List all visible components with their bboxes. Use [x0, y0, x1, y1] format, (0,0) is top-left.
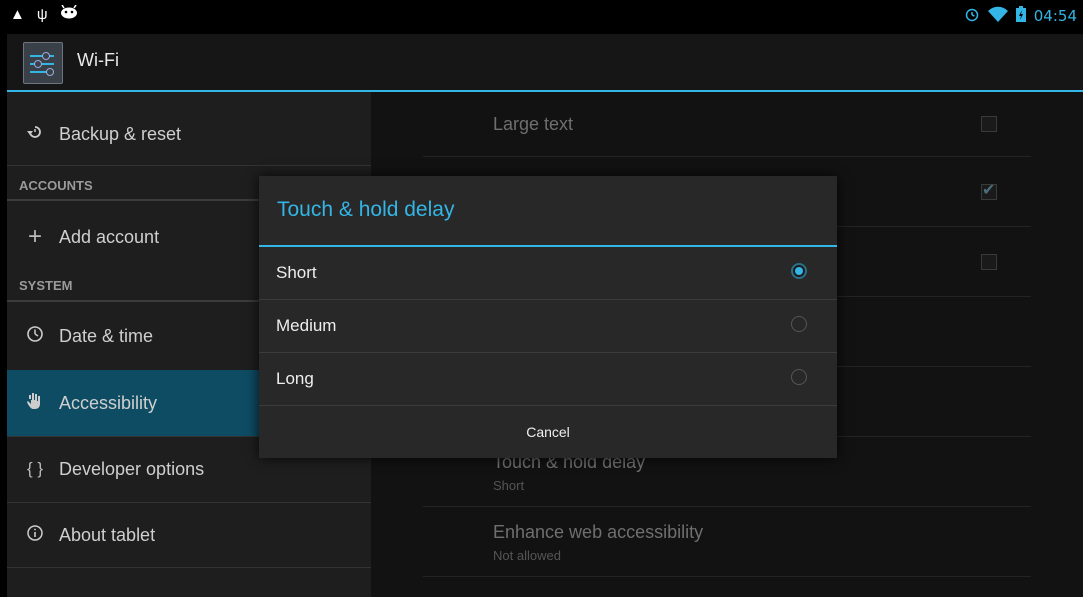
- setting-large-text-title[interactable]: Large text: [493, 114, 573, 135]
- sidebar-item-label: Backup & reset: [59, 123, 182, 144]
- divider: [423, 156, 1031, 157]
- sidebar-item-label: About tablet: [59, 524, 156, 545]
- option-label: Short: [276, 263, 317, 282]
- setting-web-accessibility-summary: Not allowed: [493, 548, 561, 563]
- clock-icon: [21, 325, 49, 348]
- radio-short[interactable]: [791, 263, 807, 279]
- divider: [7, 567, 371, 568]
- setting-row3-checkbox[interactable]: [981, 254, 997, 270]
- battery-icon: [1015, 6, 1026, 25]
- option-label: Medium: [276, 316, 337, 335]
- sidebar-item-label: Accessibility: [59, 392, 158, 413]
- backup-reset-icon: [21, 123, 49, 146]
- status-clock: 04:54: [1033, 6, 1077, 25]
- sidebar-item-label: Developer options: [59, 458, 205, 479]
- section-header-accounts: ACCOUNTS: [19, 178, 93, 193]
- option-medium[interactable]: Medium: [259, 300, 837, 352]
- option-long[interactable]: Long: [259, 353, 837, 405]
- option-short[interactable]: Short: [259, 247, 837, 299]
- touch-hold-delay-dialog: Touch & hold delay Short Medium Long Can…: [259, 176, 837, 458]
- radio-long[interactable]: [791, 369, 807, 385]
- android-debug-icon: [60, 4, 78, 25]
- divider: [7, 165, 371, 166]
- alarm-icon: [964, 6, 980, 25]
- wifi-icon: [987, 6, 1008, 25]
- divider: [423, 576, 1031, 577]
- setting-web-accessibility-title[interactable]: Enhance web accessibility: [493, 522, 703, 543]
- warning-icon: ▲: [10, 6, 25, 23]
- section-header-system: SYSTEM: [19, 278, 73, 293]
- braces-icon: { }: [26, 459, 44, 478]
- sidebar-item-backup-reset[interactable]: Backup & reset: [7, 102, 371, 166]
- setting-touch-hold-summary: Short: [493, 478, 525, 493]
- divider: [423, 506, 1031, 507]
- action-bar: Wi-Fi: [7, 34, 1083, 92]
- sidebar-item-label: Add account: [59, 226, 160, 247]
- status-bar: ▲ ψ 04:54: [0, 0, 1083, 34]
- setting-row2-checkbox[interactable]: [981, 180, 997, 200]
- large-text-checkbox[interactable]: [981, 116, 997, 132]
- action-bar-title: Wi-Fi: [77, 50, 119, 70]
- option-label: Long: [276, 369, 314, 388]
- settings-sliders-icon[interactable]: [23, 42, 63, 84]
- sidebar-item-label: Date & time: [59, 325, 154, 346]
- cancel-button[interactable]: Cancel: [259, 406, 837, 458]
- hand-icon: [21, 392, 49, 415]
- dialog-title: Touch & hold delay: [277, 198, 455, 221]
- radio-medium[interactable]: [791, 316, 807, 332]
- plus-icon: +: [27, 223, 42, 250]
- info-icon: [21, 524, 49, 547]
- usb-icon: ψ: [36, 6, 48, 23]
- sidebar-item-about-tablet[interactable]: About tablet: [7, 503, 371, 567]
